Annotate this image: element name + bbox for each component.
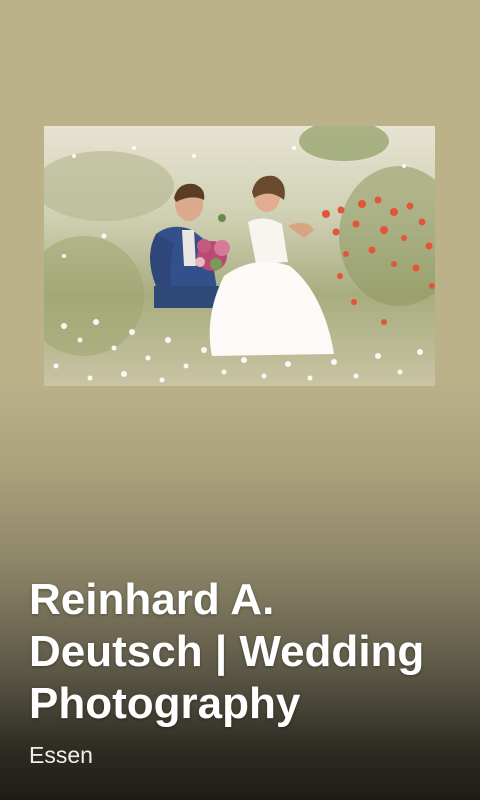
wedding-couple-photo-image — [44, 126, 435, 386]
vendor-location: Essen — [29, 742, 93, 768]
wedding-couple-photo[interactable] — [44, 126, 435, 386]
vendor-title[interactable]: Reinhard A. Deutsch | Wedding Photograph… — [29, 574, 459, 730]
vendor-card[interactable]: Reinhard A. Deutsch | Wedding Photograph… — [0, 0, 480, 800]
